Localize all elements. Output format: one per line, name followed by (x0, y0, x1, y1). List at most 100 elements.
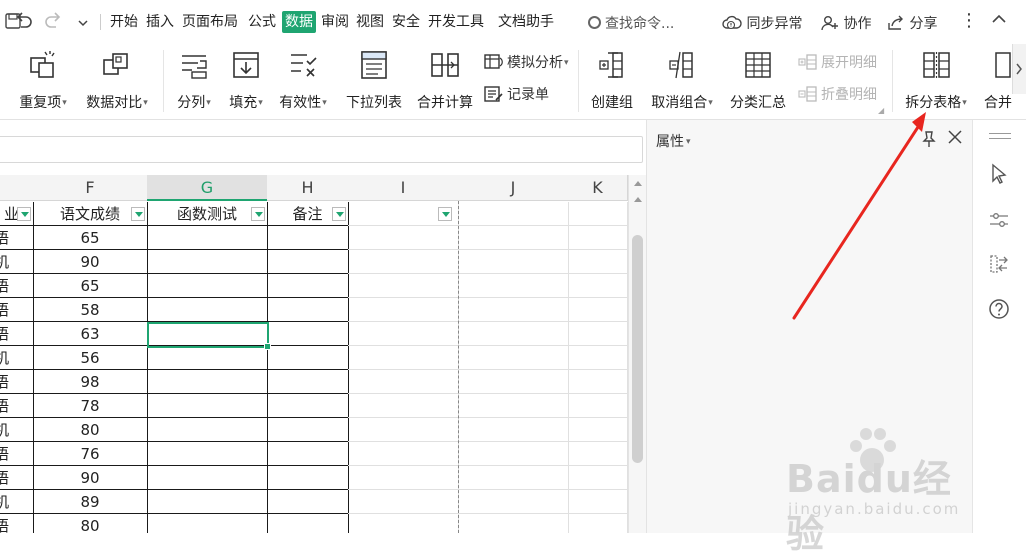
filter-dropdown-icon[interactable] (131, 207, 145, 221)
scrollbar-thumb[interactable] (632, 235, 643, 463)
table-cell[interactable]: 90 (33, 466, 148, 490)
split-table-button[interactable]: 拆分表格▾ (898, 50, 974, 112)
table-cell[interactable] (458, 346, 569, 370)
table-cell[interactable] (267, 250, 349, 274)
menu-tab[interactable]: 文档助手 (498, 12, 554, 32)
table-cell[interactable]: 58 (33, 298, 148, 322)
pin-icon[interactable] (919, 129, 939, 149)
select-cursor-icon[interactable] (987, 162, 1011, 186)
table-cell[interactable]: 56 (33, 346, 148, 370)
table-cell[interactable] (458, 322, 569, 346)
header-cell[interactable] (348, 202, 459, 226)
table-cell[interactable] (267, 418, 349, 442)
column-header-h[interactable]: H (267, 175, 349, 201)
table-cell[interactable]: 语 (0, 226, 34, 250)
close-icon[interactable] (945, 128, 965, 148)
table-cell[interactable] (147, 466, 268, 490)
table-cell[interactable] (147, 226, 268, 250)
table-cell[interactable] (348, 346, 459, 370)
header-cell[interactable] (458, 202, 569, 226)
ribbon-scroll-right[interactable] (1012, 44, 1026, 94)
record-form-button[interactable]: 记录单 (484, 85, 549, 105)
menu-tab[interactable]: 数据 (282, 11, 316, 33)
table-cell[interactable] (147, 442, 268, 466)
spreadsheet-grid[interactable]: FGHIJK 业 语文成绩 函数测试 备注语 65 机 90 语 65 语 58 语 63 机 56 语 98 语… (0, 175, 628, 533)
table-cell[interactable] (147, 274, 268, 298)
header-cell[interactable]: 业 (0, 202, 34, 226)
header-cell[interactable]: 备注 (267, 202, 349, 226)
dropdown-list-button[interactable]: 下拉列表 (340, 50, 408, 112)
table-cell[interactable] (267, 466, 349, 490)
table-cell[interactable] (458, 442, 569, 466)
menu-tab[interactable]: 插入 (146, 12, 174, 32)
data-compare-button[interactable]: 数据对比▾ (80, 50, 154, 112)
table-cell[interactable]: 语 (0, 274, 34, 298)
collapse-ribbon-icon[interactable] (990, 10, 1008, 32)
header-cell[interactable] (568, 202, 628, 226)
panel-title[interactable]: 属性 ▾ (656, 131, 691, 151)
table-cell[interactable]: 65 (33, 274, 148, 298)
table-cell[interactable]: 65 (33, 226, 148, 250)
table-cell[interactable] (147, 394, 268, 418)
table-cell[interactable] (348, 466, 459, 490)
table-cell[interactable] (348, 298, 459, 322)
table-cell[interactable]: 80 (33, 418, 148, 442)
table-cell[interactable] (568, 466, 628, 490)
table-cell[interactable] (458, 274, 569, 298)
table-cell[interactable] (458, 298, 569, 322)
table-cell[interactable] (267, 394, 349, 418)
column-header[interactable] (0, 175, 34, 201)
table-cell[interactable] (348, 394, 459, 418)
scroll-up-fast-icon[interactable] (634, 197, 642, 202)
table-cell[interactable]: 90 (33, 250, 148, 274)
table-cell[interactable]: 63 (33, 322, 148, 346)
table-cell[interactable] (568, 298, 628, 322)
menu-tab[interactable]: 开发工具 (428, 12, 484, 32)
group-launcher-icon[interactable]: ◢ (878, 106, 884, 115)
table-cell[interactable] (568, 322, 628, 346)
formula-input[interactable] (0, 136, 643, 163)
column-header-g[interactable]: G (147, 175, 268, 201)
filter-dropdown-icon[interactable] (332, 207, 346, 221)
table-cell[interactable] (348, 226, 459, 250)
menu-tab[interactable]: 审阅 (321, 12, 349, 32)
table-cell[interactable]: 语 (0, 370, 34, 394)
table-cell[interactable]: 76 (33, 442, 148, 466)
table-cell[interactable] (458, 370, 569, 394)
table-cell[interactable] (348, 370, 459, 394)
table-cell[interactable]: 语 (0, 466, 34, 490)
table-cell[interactable]: 语 (0, 442, 34, 466)
help-icon[interactable] (987, 297, 1011, 321)
repeat-button[interactable]: 重复项▾ (12, 50, 74, 112)
split-column-button[interactable]: 分列▾ (171, 50, 217, 112)
column-header-f[interactable]: F (33, 175, 148, 201)
table-cell[interactable] (348, 514, 459, 533)
expand-detail-button[interactable]: 展开明细 (798, 53, 877, 73)
filter-dropdown-icon[interactable] (438, 207, 452, 221)
table-cell[interactable] (348, 442, 459, 466)
menu-tab[interactable]: 公式 (248, 12, 276, 32)
create-group-button[interactable]: 创建组 (586, 50, 638, 112)
table-cell[interactable]: 机 (0, 418, 34, 442)
table-cell[interactable] (458, 490, 569, 514)
table-cell[interactable] (458, 250, 569, 274)
undo-icon[interactable] (14, 10, 34, 35)
table-cell[interactable] (147, 418, 268, 442)
table-cell[interactable] (267, 370, 349, 394)
table-cell[interactable]: 78 (33, 394, 148, 418)
table-cell[interactable] (267, 442, 349, 466)
table-cell[interactable] (568, 250, 628, 274)
table-cell[interactable]: 语 (0, 394, 34, 418)
simulate-analysis-button[interactable]: 模拟分析▾ (484, 53, 569, 73)
table-cell[interactable] (458, 466, 569, 490)
scroll-up-icon[interactable] (634, 181, 642, 186)
table-cell[interactable] (568, 394, 628, 418)
filter-dropdown-icon[interactable] (17, 207, 31, 221)
table-cell[interactable] (267, 274, 349, 298)
table-cell[interactable] (348, 274, 459, 298)
table-cell[interactable]: 机 (0, 490, 34, 514)
merge-calc-button[interactable]: 合并计算 (412, 50, 478, 112)
table-cell[interactable]: 80 (33, 514, 148, 533)
ungroup-button[interactable]: 取消组合▾ (645, 50, 719, 112)
sliders-icon[interactable] (987, 208, 1011, 232)
